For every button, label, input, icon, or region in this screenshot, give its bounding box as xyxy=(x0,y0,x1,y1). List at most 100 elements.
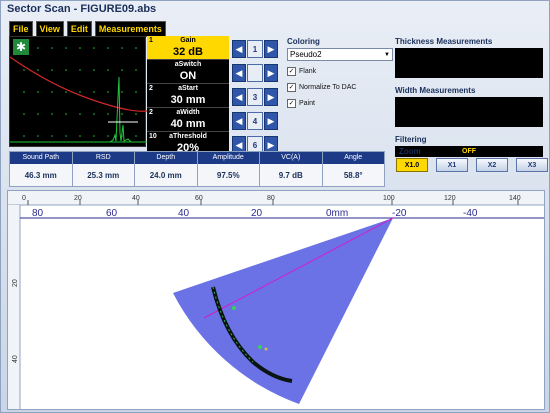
position-label: 40 xyxy=(178,208,190,219)
top-ruler-label: 100 xyxy=(383,195,395,202)
step-size-button[interactable]: 4 xyxy=(247,112,263,130)
param-name: aThreshold xyxy=(169,133,207,140)
sector-beam-area xyxy=(173,218,393,404)
measurement-value: 9.7 dB xyxy=(260,164,322,186)
decrease-arrow-icon[interactable]: ◀ xyxy=(232,40,246,58)
position-label: -40 xyxy=(463,208,478,219)
parameter-panel: 1 Gain 32 dB aSwitch ON 2 aStart 30 mm 2… xyxy=(147,36,229,156)
position-label: 60 xyxy=(106,208,118,219)
param-value: ON xyxy=(179,70,197,82)
checkbox-label: Flank xyxy=(299,68,317,75)
checkbox-check-icon: ✓ xyxy=(287,83,296,92)
ascan-display[interactable] xyxy=(9,36,148,147)
step-size-button[interactable]: 1 xyxy=(247,40,263,58)
filtering-title: Filtering xyxy=(395,135,427,144)
measurement-table: Sound Path 46.3 mm RSD 25.3 mm Depth 24.… xyxy=(9,151,385,187)
left-ruler-label: 40 xyxy=(12,355,19,363)
measurement-value: 58.8° xyxy=(322,164,384,186)
increase-arrow-icon[interactable]: ▶ xyxy=(264,40,278,58)
coloring-title: Coloring xyxy=(287,37,320,46)
measurement-value: 97.5% xyxy=(197,164,259,186)
param-name: aSwitch xyxy=(174,61,202,68)
param-gain[interactable]: 1 Gain 32 dB xyxy=(147,36,229,60)
checkbox-label: Normalize To DAC xyxy=(299,84,357,91)
menu-bar: File View Edit Measurements xyxy=(9,21,166,37)
measurement-cell: Sound Path 46.3 mm xyxy=(10,152,73,186)
results-panel: Thickness Measurements Width Measurement… xyxy=(395,37,543,157)
param-aswitch[interactable]: aSwitch ON xyxy=(147,60,229,84)
measurement-label: Angle xyxy=(322,152,384,164)
measurement-label: Sound Path xyxy=(10,152,72,164)
measurement-cell: Amplitude 97.5% xyxy=(197,152,260,186)
width-display xyxy=(395,97,543,127)
app-window: Sector Scan - FIGURE09.abs File View Edi… xyxy=(0,0,550,413)
increase-arrow-icon[interactable]: ▶ xyxy=(264,88,278,106)
indication-marker xyxy=(258,345,262,349)
zoom-title: Zoom xyxy=(399,147,421,156)
thickness-display xyxy=(395,48,543,78)
measurement-cell: RSD 25.3 mm xyxy=(72,152,135,186)
width-title: Width Measurements xyxy=(395,86,476,95)
left-ruler-label: 20 xyxy=(12,279,19,287)
decrease-arrow-icon[interactable]: ◀ xyxy=(232,64,246,82)
window-title: Sector Scan - FIGURE09.abs xyxy=(7,3,157,15)
zoom-button-x1-0[interactable]: X1.0 xyxy=(396,158,428,172)
param-name: Gain xyxy=(180,37,196,44)
step-size-button[interactable]: 3 xyxy=(247,88,263,106)
menu-file[interactable]: File xyxy=(9,21,33,37)
indication-marker xyxy=(264,347,268,351)
measurement-label: Amplitude xyxy=(197,152,259,164)
top-ruler-label: 80 xyxy=(267,195,275,202)
measurement-value: 25.3 mm xyxy=(72,164,134,186)
chevron-down-icon: ▼ xyxy=(384,51,390,58)
top-ruler-label: 20 xyxy=(74,195,82,202)
measurement-label: RSD xyxy=(72,152,134,164)
decrease-arrow-icon[interactable]: ◀ xyxy=(232,88,246,106)
position-label: -20 xyxy=(392,208,407,219)
ascan-plot xyxy=(9,47,148,143)
checkbox-normalize-dac[interactable]: ✓ Normalize To DAC xyxy=(287,82,393,93)
param-name: aStart xyxy=(178,85,198,92)
zoom-button-x3[interactable]: X3 xyxy=(516,158,548,172)
checkbox-flank[interactable]: ✓ Flank xyxy=(287,66,393,77)
zoom-button-x1[interactable]: X1 xyxy=(436,158,468,172)
top-ruler-label: 40 xyxy=(132,195,140,202)
checkbox-label: Paint xyxy=(299,100,315,107)
coloring-select[interactable]: Pseudo2 ▼ xyxy=(287,48,393,61)
coloring-panel: Coloring Pseudo2 ▼ ✓ Flank ✓ Normalize T… xyxy=(287,37,393,109)
decrease-arrow-icon[interactable]: ◀ xyxy=(232,112,246,130)
param-awidth[interactable]: 2 aWidth 40 mm xyxy=(147,108,229,132)
step-controls: ◀ 1 ▶ ◀ ▶ ◀ 3 ▶ ◀ 4 ▶ ◀ 6 ▶ xyxy=(232,37,284,157)
checkbox-check-icon: ✓ xyxy=(287,67,296,76)
menu-edit[interactable]: Edit xyxy=(66,21,92,37)
measurement-value: 46.3 mm xyxy=(10,164,72,186)
param-name: aWidth xyxy=(176,109,200,116)
dac-curve xyxy=(9,56,148,112)
measurement-cell: Angle 58.8° xyxy=(322,152,384,186)
increase-arrow-icon[interactable]: ▶ xyxy=(264,112,278,130)
checkbox-paint[interactable]: ✓ Paint xyxy=(287,98,393,109)
indication-marker xyxy=(232,306,236,310)
menu-measurements[interactable]: Measurements xyxy=(94,21,166,37)
coloring-selected-value: Pseudo2 xyxy=(290,50,322,59)
param-value: 40 mm xyxy=(170,118,206,130)
measurement-cell: VC(A) 9.7 dB xyxy=(260,152,323,186)
sector-scan-plot: 0 20 40 60 80 100 120 140 20 40 80 60 40… xyxy=(8,191,544,409)
thickness-title: Thickness Measurements xyxy=(395,37,493,46)
checkbox-check-icon: ✓ xyxy=(287,99,296,108)
zoom-button-x2[interactable]: X2 xyxy=(476,158,508,172)
position-label: 20 xyxy=(251,208,263,219)
param-value: 30 mm xyxy=(170,94,206,106)
top-ruler-label: 0 xyxy=(22,195,26,202)
step-size-button[interactable] xyxy=(247,64,263,82)
snowflake-icon[interactable]: ✱ xyxy=(13,39,29,55)
increase-arrow-icon[interactable]: ▶ xyxy=(264,64,278,82)
menu-view[interactable]: View xyxy=(35,21,64,37)
measurement-cell: Depth 24.0 mm xyxy=(135,152,198,186)
position-label: 0mm xyxy=(326,208,348,219)
param-astart[interactable]: 2 aStart 30 mm xyxy=(147,84,229,108)
sector-scan-view[interactable]: 0 20 40 60 80 100 120 140 20 40 80 60 40… xyxy=(7,190,545,410)
left-ruler xyxy=(8,205,20,409)
param-value: 32 dB xyxy=(173,46,203,58)
top-ruler-label: 60 xyxy=(195,195,203,202)
